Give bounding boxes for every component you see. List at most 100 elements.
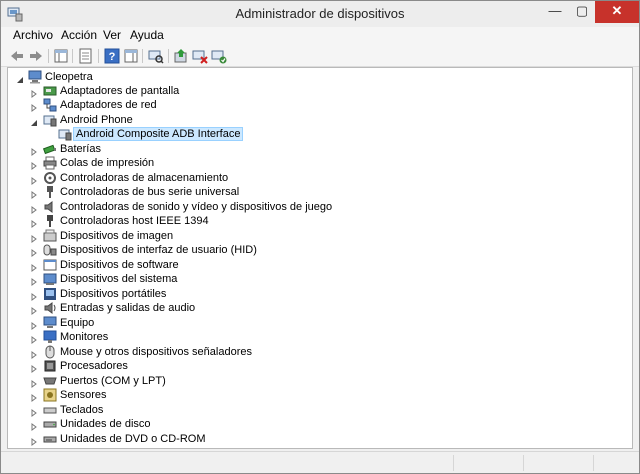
menu-ver[interactable]: Ver (99, 28, 125, 44)
monitor-icon (43, 330, 57, 344)
tree-item-label: Entradas y salidas de audio (60, 302, 196, 314)
tree-item-label: Dispositivos del sistema (60, 273, 178, 285)
tree-item-label: Unidades de disco (60, 418, 151, 430)
portable-device-icon (43, 287, 57, 301)
tree-item-label: Baterías (60, 143, 101, 155)
adb-interface-icon (58, 127, 72, 141)
usb-icon (43, 185, 57, 199)
expand-arrow-icon[interactable] (30, 87, 38, 98)
menu-accion[interactable]: Acción (57, 28, 101, 44)
toolbar: ? (1, 45, 639, 67)
status-cell (453, 455, 523, 471)
maximize-button[interactable]: ▢ (569, 1, 595, 23)
tree-item-label: Controladoras de sonido y vídeo y dispos… (60, 201, 333, 213)
tree-item-label: Controladoras de almacenamiento (60, 172, 229, 184)
expand-arrow-icon[interactable] (30, 391, 38, 402)
expand-arrow-icon[interactable] (30, 348, 38, 359)
expand-arrow-icon[interactable] (30, 217, 38, 228)
minimize-button[interactable]: — (541, 1, 569, 23)
expand-arrow-icon[interactable] (30, 188, 38, 199)
expand-arrow-icon[interactable] (30, 377, 38, 388)
expand-arrow-icon[interactable] (30, 319, 38, 330)
expand-arrow-icon[interactable] (30, 290, 38, 301)
toolbar-separator (98, 49, 99, 63)
toolbar-separator (48, 49, 49, 63)
toolbar-separator (142, 49, 143, 63)
dvd-drive-icon (43, 432, 57, 446)
computer-icon (28, 70, 42, 84)
software-device-icon (43, 258, 57, 272)
tree-item-label: Dispositivos portátiles (60, 288, 167, 300)
disable-device-icon[interactable] (192, 48, 208, 64)
android-phone-icon (43, 113, 57, 127)
menu-archivo[interactable]: Archivo (9, 28, 57, 44)
properties-icon[interactable] (78, 48, 94, 64)
collapse-arrow-icon[interactable] (30, 116, 38, 126)
update-driver-icon[interactable] (173, 48, 189, 64)
audio-io-icon (43, 301, 57, 315)
expand-arrow-icon[interactable] (30, 101, 38, 112)
mouse-icon (43, 345, 57, 359)
help-icon[interactable]: ? (104, 48, 120, 64)
tree-item-label: Puertos (COM y LPT) (60, 375, 166, 387)
status-bar (1, 451, 639, 473)
tree-item-label: Procesadores (60, 360, 128, 372)
title-bar[interactable]: Administrador de dispositivos — ▢ ✕ (1, 1, 639, 27)
close-button[interactable]: ✕ (595, 1, 639, 23)
tree-item-label: Sensores (60, 389, 107, 401)
tree-item-label: Teclados (60, 404, 104, 416)
uninstall-device-icon[interactable] (211, 48, 227, 64)
show-hide-console-tree-icon[interactable] (53, 48, 69, 64)
tree-item-label: Controladoras host IEEE 1394 (60, 215, 209, 227)
ieee1394-icon (43, 214, 57, 228)
tree-item-label: Colas de impresión (60, 157, 155, 169)
expand-arrow-icon[interactable] (30, 406, 38, 417)
expand-arrow-icon[interactable] (30, 232, 38, 243)
back-icon[interactable] (9, 48, 25, 64)
system-device-icon (43, 272, 57, 286)
toolbar-separator (168, 49, 169, 63)
forward-icon[interactable] (28, 48, 44, 64)
tree-item-label-selected: Android Composite ADB Interface (73, 127, 244, 141)
expand-arrow-icon[interactable] (30, 362, 38, 373)
battery-icon (42, 142, 57, 156)
tree-item-label: Controladoras de bus serie universal (60, 186, 240, 198)
toolbar-separator (72, 49, 73, 63)
disk-drive-icon (43, 417, 57, 431)
expand-arrow-icon[interactable] (30, 420, 38, 431)
display-adapter-icon (43, 84, 57, 98)
sound-icon (43, 200, 57, 214)
expand-arrow-icon[interactable] (30, 246, 38, 257)
computer-icon (43, 316, 57, 330)
tree-item-label: Dispositivos de imagen (60, 230, 174, 242)
status-cell (523, 455, 593, 471)
tree-item-label: Unidades de DVD o CD-ROM (60, 433, 206, 445)
expand-arrow-icon[interactable] (30, 275, 38, 286)
tree-item-label: Monitores (60, 331, 109, 343)
tree-item-label: Dispositivos de software (60, 259, 179, 271)
expand-arrow-icon[interactable] (30, 145, 38, 156)
tree-item-label: Adaptadores de pantalla (60, 85, 180, 97)
tree-item-label: Dispositivos de interfaz de usuario (HID… (60, 244, 257, 256)
expand-arrow-icon[interactable] (30, 304, 38, 315)
scan-hardware-icon[interactable] (148, 48, 164, 64)
expand-arrow-icon[interactable] (30, 159, 38, 170)
expand-arrow-icon[interactable] (30, 435, 38, 446)
menu-ayuda[interactable]: Ayuda (126, 28, 168, 44)
tree-item-label: Mouse y otros dispositivos señaladores (60, 346, 252, 358)
keyboard-icon (43, 403, 57, 417)
port-icon (43, 374, 57, 388)
device-tree[interactable]: Cleopetra Adaptadores de pantalla Adapta… (7, 67, 633, 449)
menu-bar: Archivo Acción Ver Ayuda (1, 27, 639, 45)
hid-icon (43, 243, 57, 257)
expand-arrow-icon[interactable] (30, 261, 38, 272)
tree-item-label: Equipo (60, 317, 95, 329)
tree-item-label: Android Phone (60, 114, 133, 126)
collapse-arrow-icon[interactable] (16, 73, 24, 83)
expand-arrow-icon[interactable] (30, 174, 38, 185)
action-pane-icon[interactable] (123, 48, 139, 64)
imaging-device-icon (43, 229, 57, 243)
sensor-icon (43, 388, 57, 402)
expand-arrow-icon[interactable] (30, 333, 38, 344)
expand-arrow-icon[interactable] (30, 203, 38, 214)
